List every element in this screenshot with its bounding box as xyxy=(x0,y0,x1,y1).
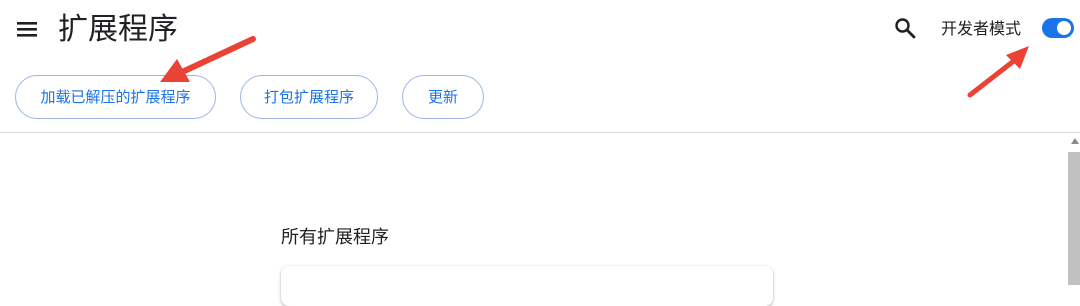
section-heading: 所有扩展程序 xyxy=(281,227,389,248)
scrollbar-thumb[interactable] xyxy=(1068,152,1080,285)
developer-mode-label: 开发者模式 xyxy=(941,19,1022,38)
toggle-knob xyxy=(1057,21,1071,35)
update-button[interactable]: 更新 xyxy=(402,75,484,119)
load-unpacked-button[interactable]: 加载已解压的扩展程序 xyxy=(15,75,216,119)
search-icon[interactable] xyxy=(894,17,916,39)
toolbar-header: 扩展程序 开发者模式 加载已解压的扩展程序 打包扩展程序 更新 xyxy=(0,0,1080,133)
pack-extension-button[interactable]: 打包扩展程序 xyxy=(240,75,378,119)
page-title: 扩展程序 xyxy=(58,12,178,47)
developer-mode-toggle[interactable] xyxy=(1042,18,1074,38)
hamburger-menu-icon[interactable] xyxy=(16,18,38,40)
extension-card xyxy=(281,266,773,306)
scroll-up-arrow-icon[interactable] xyxy=(1071,138,1079,144)
